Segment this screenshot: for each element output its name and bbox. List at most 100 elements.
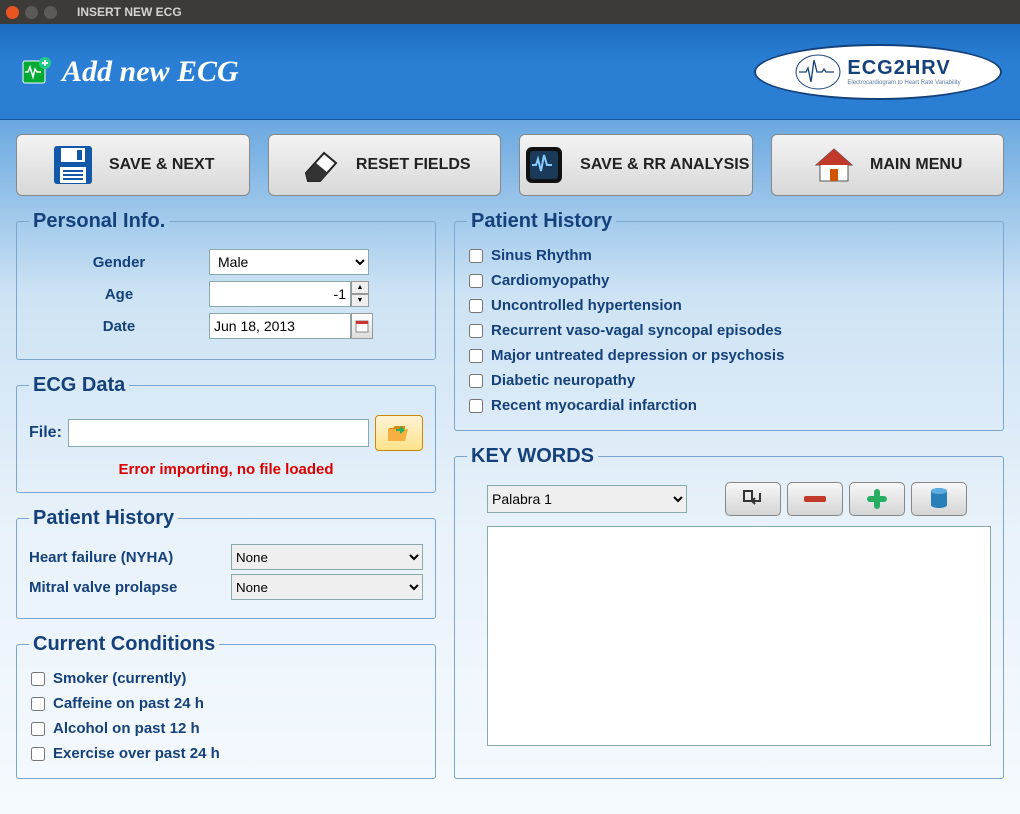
history-item: Diabetic neuropathy bbox=[469, 372, 989, 389]
file-error-text: Error importing, no file loaded bbox=[29, 461, 423, 478]
infarction-checkbox[interactable] bbox=[469, 399, 483, 413]
minimize-icon[interactable] bbox=[25, 6, 38, 19]
heart-failure-label: Heart failure (NYHA) bbox=[29, 549, 223, 566]
save-rr-button[interactable]: SAVE & RR ANALYSIS bbox=[519, 134, 753, 196]
patient-history-right-legend: Patient History bbox=[467, 210, 616, 233]
rr-analysis-icon bbox=[522, 143, 566, 187]
file-input[interactable] bbox=[68, 419, 369, 447]
keyword-select[interactable]: Palabra 1 bbox=[487, 485, 687, 513]
caffeine-checkbox[interactable] bbox=[31, 697, 45, 711]
patient-history-left-legend: Patient History bbox=[29, 507, 178, 530]
history-item: Recurrent vaso-vagal syncopal episodes bbox=[469, 322, 989, 339]
keyword-textarea[interactable] bbox=[487, 526, 991, 746]
depression-checkbox[interactable] bbox=[469, 349, 483, 363]
date-label: Date bbox=[29, 318, 209, 335]
exercise-checkbox[interactable] bbox=[31, 747, 45, 761]
condition-item: Caffeine on past 24 h bbox=[31, 695, 421, 712]
database-icon bbox=[929, 487, 949, 511]
caffeine-label: Caffeine on past 24 h bbox=[53, 695, 204, 712]
plus-icon bbox=[865, 487, 889, 511]
keyword-add-button[interactable] bbox=[849, 482, 905, 516]
ecg-add-icon bbox=[22, 57, 52, 87]
age-spinner: ▲ ▼ bbox=[351, 281, 369, 307]
current-conditions-legend: Current Conditions bbox=[29, 633, 219, 656]
history-item: Cardiomyopathy bbox=[469, 272, 989, 289]
keywords-group: KEY WORDS Palabra 1 bbox=[454, 445, 1004, 779]
date-input[interactable] bbox=[209, 313, 351, 339]
keyword-db-button[interactable] bbox=[911, 482, 967, 516]
condition-item: Smoker (currently) bbox=[31, 670, 421, 687]
history-item: Uncontrolled hypertension bbox=[469, 297, 989, 314]
age-label: Age bbox=[29, 286, 209, 303]
personal-info-legend: Personal Info. bbox=[29, 210, 169, 233]
ecg-wave-icon bbox=[795, 54, 841, 90]
patient-history-right-group: Patient History Sinus Rhythm Cardiomyopa… bbox=[454, 210, 1004, 431]
reset-label: RESET FIELDS bbox=[356, 156, 471, 174]
heart-failure-select[interactable]: None bbox=[231, 544, 423, 570]
file-open-button[interactable] bbox=[375, 415, 423, 451]
home-icon bbox=[812, 143, 856, 187]
page-title: Add new ECG bbox=[62, 55, 239, 89]
exercise-label: Exercise over past 24 h bbox=[53, 745, 220, 762]
folder-open-icon bbox=[386, 422, 412, 444]
mitral-select[interactable]: None bbox=[231, 574, 423, 600]
window-titlebar: INSERT NEW ECG bbox=[0, 0, 1020, 24]
hypertension-checkbox[interactable] bbox=[469, 299, 483, 313]
age-input[interactable] bbox=[209, 281, 351, 307]
content-area: SAVE & NEXT RESET FIELDS SAVE & RR ANALY… bbox=[0, 120, 1020, 814]
keyword-remove-button[interactable] bbox=[787, 482, 843, 516]
neuropathy-checkbox[interactable] bbox=[469, 374, 483, 388]
close-icon[interactable] bbox=[6, 6, 19, 19]
history-item: Recent myocardial infarction bbox=[469, 397, 989, 414]
save-next-label: SAVE & NEXT bbox=[109, 156, 215, 174]
logo-text: ECG2HRV bbox=[847, 57, 960, 80]
vasovagal-label: Recurrent vaso-vagal syncopal episodes bbox=[491, 322, 782, 339]
cardiomyopathy-checkbox[interactable] bbox=[469, 274, 483, 288]
smoker-checkbox[interactable] bbox=[31, 672, 45, 686]
save-next-button[interactable]: SAVE & NEXT bbox=[16, 134, 250, 196]
app-header: Add new ECG ECG2HRV Electrocardiogram to… bbox=[0, 24, 1020, 120]
reset-fields-button[interactable]: RESET FIELDS bbox=[268, 134, 502, 196]
calendar-icon bbox=[355, 319, 369, 333]
main-menu-label: MAIN MENU bbox=[870, 156, 962, 174]
sinus-label: Sinus Rhythm bbox=[491, 247, 592, 264]
current-conditions-group: Current Conditions Smoker (currently) Ca… bbox=[16, 633, 436, 779]
gender-label: Gender bbox=[29, 254, 209, 271]
condition-item: Exercise over past 24 h bbox=[31, 745, 421, 762]
patient-history-left-group: Patient History Heart failure (NYHA) Non… bbox=[16, 507, 436, 619]
cardiomyopathy-label: Cardiomyopathy bbox=[491, 272, 609, 289]
alcohol-checkbox[interactable] bbox=[31, 722, 45, 736]
history-item: Major untreated depression or psychosis bbox=[469, 347, 989, 364]
minus-icon bbox=[802, 494, 828, 504]
calendar-button[interactable] bbox=[351, 313, 373, 339]
keywords-legend: KEY WORDS bbox=[467, 445, 598, 468]
save-rr-label: SAVE & RR ANALYSIS bbox=[580, 156, 749, 174]
gender-select[interactable]: Male bbox=[209, 249, 369, 275]
infarction-label: Recent myocardial infarction bbox=[491, 397, 697, 414]
depression-label: Major untreated depression or psychosis bbox=[491, 347, 784, 364]
vasovagal-checkbox[interactable] bbox=[469, 324, 483, 338]
mitral-label: Mitral valve prolapse bbox=[29, 579, 223, 596]
neuropathy-label: Diabetic neuropathy bbox=[491, 372, 635, 389]
keyword-enter-button[interactable] bbox=[725, 482, 781, 516]
age-spin-up[interactable]: ▲ bbox=[351, 281, 369, 294]
smoker-label: Smoker (currently) bbox=[53, 670, 186, 687]
alcohol-label: Alcohol on past 12 h bbox=[53, 720, 200, 737]
eraser-icon bbox=[298, 143, 342, 187]
ecg-data-group: ECG Data File: Error importing, no file … bbox=[16, 374, 436, 493]
logo-subtitle: Electrocardiogram to Heart Rate Variabil… bbox=[847, 80, 960, 86]
floppy-icon bbox=[51, 143, 95, 187]
maximize-icon[interactable] bbox=[44, 6, 57, 19]
enter-icon bbox=[742, 489, 764, 509]
file-label: File: bbox=[29, 424, 62, 442]
personal-info-group: Personal Info. Gender Male Age ▲ ▼ bbox=[16, 210, 436, 360]
window-title: INSERT NEW ECG bbox=[77, 5, 182, 19]
sinus-checkbox[interactable] bbox=[469, 249, 483, 263]
history-item: Sinus Rhythm bbox=[469, 247, 989, 264]
hypertension-label: Uncontrolled hypertension bbox=[491, 297, 682, 314]
ecg-data-legend: ECG Data bbox=[29, 374, 129, 397]
app-logo: ECG2HRV Electrocardiogram to Heart Rate … bbox=[754, 44, 1002, 100]
age-spin-down[interactable]: ▼ bbox=[351, 294, 369, 307]
main-menu-button[interactable]: MAIN MENU bbox=[771, 134, 1005, 196]
toolbar: SAVE & NEXT RESET FIELDS SAVE & RR ANALY… bbox=[16, 134, 1004, 196]
